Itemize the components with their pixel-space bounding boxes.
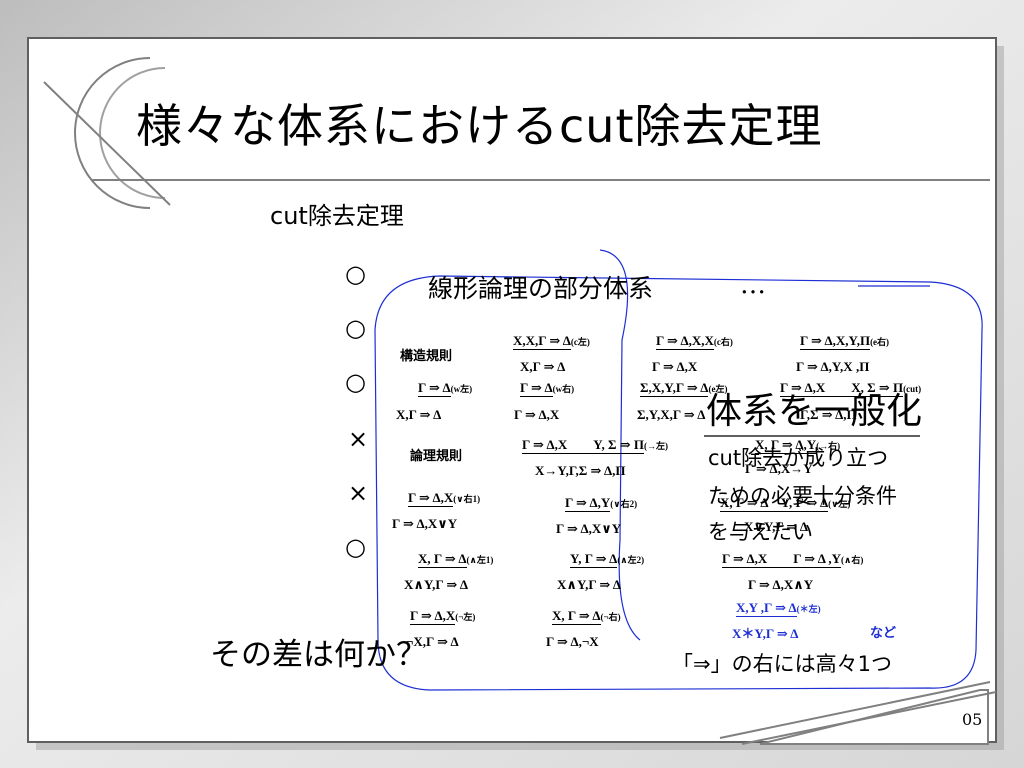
mark-2: ○ bbox=[345, 314, 366, 342]
rule-star-left: X,Y ,Γ ⇒ Δ(＊左) bbox=[736, 600, 821, 617]
rule-and-left2-concl: X∧Y,Γ ⇒ Δ bbox=[557, 577, 622, 592]
page-number: 05 bbox=[962, 710, 983, 729]
rule-w-right: Γ ⇒ Δ(w右) bbox=[520, 380, 575, 397]
rule-c-right-concl: Γ ⇒ Δ,X bbox=[652, 359, 698, 374]
rule-w-left: Γ ⇒ Δ(w左) bbox=[418, 380, 473, 397]
rule-and-left1: X, Γ ⇒ Δ(∧左1) bbox=[418, 551, 494, 568]
rule-not-left: Γ ⇒ Δ,X(¬左) bbox=[410, 608, 476, 625]
page-title: 様々な体系におけるcut除去定理 bbox=[136, 99, 823, 153]
section-subtitle: cut除去定理 bbox=[270, 202, 404, 230]
mark-4: × bbox=[348, 425, 369, 453]
callout-line-1: cut除去が成り立つ bbox=[708, 446, 889, 470]
footnote-text: 「⇒」の右には高々1つ bbox=[672, 652, 892, 676]
rule-or-right1-concl: Γ ⇒ Δ,X∨Y bbox=[392, 516, 458, 531]
etc-label: など bbox=[870, 626, 897, 641]
rule-e-right: Γ ⇒ Δ,X,Y,Π(e右) bbox=[800, 333, 890, 350]
rule-and-left1-concl: X∧Y,Γ ⇒ Δ bbox=[404, 577, 469, 592]
mark-3: ○ bbox=[345, 368, 366, 396]
overlapped-label: … bbox=[740, 270, 766, 300]
rule-not-right: X, Γ ⇒ Δ(¬右) bbox=[552, 608, 621, 625]
mark-5: × bbox=[348, 479, 369, 507]
rule-imp-left: Γ ⇒ Δ,X Y, Σ ⇒ Π(→左) bbox=[522, 437, 668, 454]
rule-e-left-concl: Σ,Y,X,Γ ⇒ Δ bbox=[637, 407, 706, 422]
rule-or-right2-concl: Γ ⇒ Δ,X∨Y bbox=[556, 521, 622, 536]
structural-rules-label: 構造規則 bbox=[400, 349, 453, 364]
rule-e-right-concl: Γ ⇒ Δ,Y,X ,Π bbox=[796, 359, 870, 374]
question-text: その差は何か？ bbox=[210, 637, 427, 673]
rule-star-left-concl: X＊Y,Γ ⇒ Δ bbox=[732, 626, 799, 641]
rule-c-left-concl: X,Γ ⇒ Δ bbox=[520, 359, 566, 374]
rule-and-left2: Y, Γ ⇒ Δ(∧左2) bbox=[570, 551, 645, 568]
mark-6: ○ bbox=[345, 533, 366, 561]
logical-rules-label: 論理規則 bbox=[410, 449, 463, 464]
rule-imp-left-concl: X→Y,Γ,Σ ⇒ Δ,Π bbox=[535, 463, 626, 478]
rule-w-right-concl: Γ ⇒ Δ,X bbox=[514, 407, 560, 422]
rule-and-right: Γ ⇒ Δ,X Γ ⇒ Δ ,Y(∧右) bbox=[722, 551, 864, 568]
rule-c-right: Γ ⇒ Δ,X,X(c右) bbox=[656, 333, 733, 350]
rule-or-right1: Γ ⇒ Δ,X(∨右1) bbox=[408, 490, 481, 507]
partial-system-label: 線形論理の部分体系 bbox=[428, 274, 654, 303]
rule-not-right-concl: Γ ⇒ Δ,¬X bbox=[546, 634, 599, 649]
mark-1: ○ bbox=[345, 260, 366, 288]
callout-line-2: ための必要十分条件 bbox=[708, 484, 897, 508]
callout-headline: 体系を一般化 bbox=[706, 391, 923, 432]
callout-line-3: を与えたい bbox=[708, 520, 813, 544]
rule-or-right2: Γ ⇒ Δ,Y(∨右2) bbox=[565, 495, 638, 512]
rule-w-left-concl: X,Γ ⇒ Δ bbox=[396, 407, 442, 422]
rule-c-left: X,X,Γ ⇒ Δ(c左) bbox=[513, 333, 590, 350]
rule-and-right-concl: Γ ⇒ Δ,X∧Y bbox=[748, 577, 814, 592]
